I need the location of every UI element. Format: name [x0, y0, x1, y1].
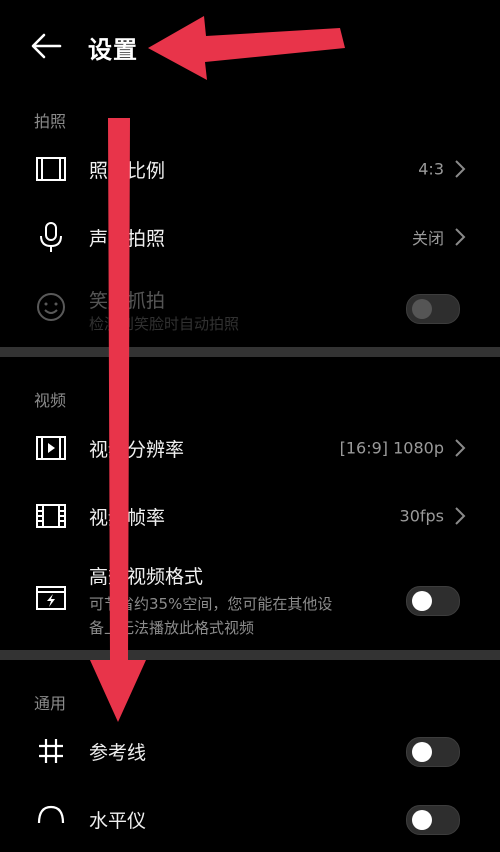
- video-play-icon: [36, 436, 66, 460]
- grid-label: 参考线: [89, 742, 147, 764]
- efficient-format-description-line2: 备上无法播放此格式视频: [89, 619, 255, 637]
- level-icon: [37, 805, 65, 824]
- frame-rate-value: 30fps: [399, 506, 444, 526]
- toggle-knob: [412, 591, 432, 611]
- section-label-video: 视频: [34, 391, 67, 410]
- voice-shot-value: 关闭: [411, 229, 444, 248]
- section-divider: [0, 347, 500, 357]
- voice-shot-label: 声控拍照: [89, 228, 166, 250]
- chevron-right-icon: [455, 439, 466, 457]
- grid-hash-icon: [39, 739, 63, 763]
- row-level[interactable]: 水平仪: [0, 786, 500, 852]
- film-frame-icon: [36, 157, 66, 181]
- aspect-ratio-label: 照片比例: [89, 160, 166, 182]
- chevron-right-icon: [455, 160, 466, 178]
- level-toggle[interactable]: [406, 805, 460, 835]
- section-label-general: 通用: [34, 694, 67, 713]
- row-smile-shot[interactable]: 笑脸抓拍 检测到笑脸时自动拍照: [0, 272, 500, 342]
- smiley-face-icon: [37, 293, 65, 321]
- row-voice-shot[interactable]: 声控拍照 关闭: [0, 204, 500, 270]
- efficient-format-toggle[interactable]: [406, 586, 460, 616]
- grid-toggle[interactable]: [406, 737, 460, 767]
- row-video-resolution[interactable]: 视频分辨率 [16:9] 1080p: [0, 415, 500, 481]
- back-button[interactable]: [28, 28, 72, 68]
- video-resolution-label: 视频分辨率: [89, 439, 185, 461]
- header: 设置: [0, 0, 500, 96]
- back-arrow-icon: [31, 33, 62, 59]
- smile-shot-label: 笑脸抓拍: [89, 290, 166, 312]
- film-strip-icon: [36, 504, 66, 528]
- toggle-knob: [412, 742, 432, 762]
- toggle-knob: [412, 299, 432, 319]
- aspect-ratio-value: 4:3: [418, 159, 444, 179]
- row-efficient-format[interactable]: 高效视频格式 可节省约35%空间，您可能在其他设 备上无法播放此格式视频: [0, 552, 500, 644]
- microphone-icon: [40, 222, 62, 252]
- page-title: 设置: [88, 36, 138, 64]
- camera-settings-screen: 设置 拍照 照片比例 4:3 声控拍照 关闭 笑脸抓拍 检测到笑脸时自动拍照 视…: [0, 0, 500, 852]
- section-divider: [0, 650, 500, 660]
- row-grid[interactable]: 参考线: [0, 718, 500, 784]
- toggle-knob: [412, 810, 432, 830]
- row-aspect-ratio[interactable]: 照片比例 4:3: [0, 136, 500, 202]
- frame-rate-label: 视频帧率: [89, 507, 166, 529]
- row-frame-rate[interactable]: 视频帧率 30fps: [0, 483, 500, 549]
- video-resolution-value: [16:9] 1080p: [339, 438, 444, 458]
- section-label-photo: 拍照: [34, 112, 67, 131]
- level-label: 水平仪: [89, 810, 147, 832]
- video-format-icon: [36, 586, 66, 610]
- chevron-right-icon: [455, 507, 466, 525]
- efficient-format-description-line1: 可节省约35%空间，您可能在其他设: [89, 595, 333, 613]
- chevron-right-icon: [455, 228, 466, 246]
- efficient-format-label: 高效视频格式: [89, 566, 204, 588]
- smile-shot-toggle[interactable]: [406, 294, 460, 324]
- smile-shot-description: 检测到笑脸时自动拍照: [89, 315, 240, 333]
